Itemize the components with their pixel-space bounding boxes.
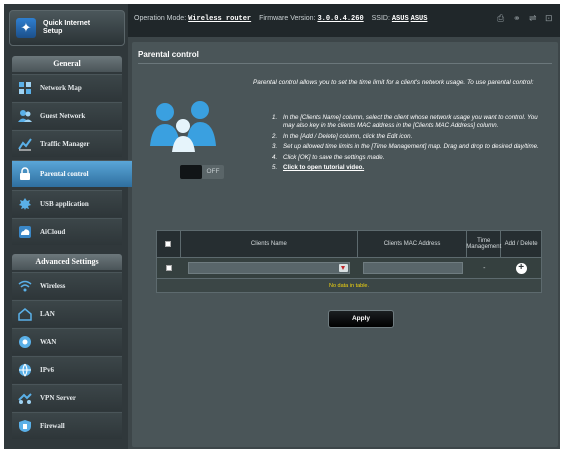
step-item: 3. Set up allowed time limits in the [Tim… [272,143,539,151]
sidebar-item-label: WAN [40,338,57,346]
sidebar-item-label: VPN Server [40,394,76,402]
sidebar-item-label: Wireless [40,282,66,290]
sidebar-item-label: Firewall [40,422,65,430]
printer-icon[interactable]: ⎙ [497,14,506,23]
empty-table-message: No data in table. [156,279,542,293]
sidebar-item-ipv6[interactable]: IPv6 [12,356,122,383]
sidebar-item-parental-control[interactable]: Parental control [12,160,140,187]
status-text: Operation Mode: Wireless router Firmware… [134,15,427,23]
sidebar-item-network-map[interactable]: Network Map [12,74,122,101]
column-header-time-management: Time Management [466,231,501,257]
toggle-knob [180,165,202,179]
title-divider [138,63,552,64]
traffic-manager-icon [18,137,32,151]
sidebar-item-label: Parental control [40,170,89,178]
sidebar-item-label: Traffic Manager [40,140,90,148]
add-icon[interactable]: + [515,262,527,274]
step-item: 2. In the [Add / Delete] column, click th… [272,132,413,140]
operation-mode-label: Operation Mode: [134,15,187,22]
quick-internet-setup-button[interactable]: ✦ Quick Internet Setup [9,10,125,46]
sidebar-item-usb-application[interactable]: USB application [12,190,122,217]
quick-setup-label: Quick Internet Setup [43,20,91,35]
sidebar-item-aicloud[interactable]: AiCloud [12,218,122,245]
select-all-checkbox[interactable] [165,241,172,247]
firewall-icon [18,419,32,433]
vpn-server-icon [18,391,32,405]
parental-control-panel: Parental control OFF Parental control al… [132,42,558,447]
general-section-header: General [12,56,122,72]
firmware-version-link[interactable]: 3.0.0.4.260 [317,15,363,23]
guest-network-icon [18,109,32,123]
sidebar-item-firewall[interactable]: Firewall [12,412,122,439]
router-admin-window: ✦ Quick Internet Setup General Network M… [4,4,560,449]
sidebar-item-label: Network Map [40,84,82,92]
advanced-settings-header: Advanced Settings [12,254,122,270]
operation-mode-link[interactable]: Wireless router [188,15,251,23]
tutorial-video-link[interactable]: Click to open tutorial video. [283,164,364,171]
network-map-icon [18,81,32,95]
time-management-value: - [483,264,486,272]
ipv6-icon [18,363,32,377]
mac-address-input[interactable] [362,262,463,274]
wireless-icon [18,279,32,293]
column-header-mac-address: Clients MAC Address [358,231,468,257]
sidebar: ✦ Quick Internet Setup General Network M… [4,4,140,449]
page-title: Parental control [138,50,199,59]
ssid-label: SSID: [371,15,390,22]
step-item: 4. Click [OK] to save the settings made. [272,153,385,161]
ssid-link-24g[interactable]: ASUS [392,15,409,23]
wan-icon [18,335,32,349]
sidebar-item-label: LAN [40,310,55,318]
firmware-label: Firmware Version: [259,15,316,22]
instruction-steps: 1. In the [Clients Name] column, select t… [272,114,547,174]
intro-text: Parental control allows you to set the t… [253,79,534,86]
status-bar: Operation Mode: Wireless router Firmware… [128,4,560,37]
network-status-icon[interactable]: ⊡ [545,14,554,23]
parental-control-toggle[interactable]: OFF [180,165,224,179]
ssid-link-5g[interactable]: ASUS [411,15,428,23]
step-item: 1. In the [Clients Name] column, select t… [272,114,538,130]
sidebar-item-lan[interactable]: LAN [12,300,122,327]
family-icon [150,101,216,152]
client-dropdown-button[interactable] [339,264,349,272]
sidebar-item-label: AiCloud [40,228,66,236]
aicloud-icon [18,225,32,239]
column-header-add-delete: Add / Delete [504,241,538,247]
row-checkbox[interactable] [165,265,172,271]
parental-control-icon [18,167,32,181]
client-table: Clients Name Clients MAC Address Time Ma… [156,230,542,293]
usb-icon[interactable]: ⇌ [529,14,538,23]
table-header: Clients Name Clients MAC Address Time Ma… [156,230,542,258]
status-icons: ⎙ ⚭ ⇌ ⊡ [497,14,554,23]
sidebar-item-traffic-manager[interactable]: Traffic Manager [12,130,122,157]
magic-wand-icon: ✦ [16,18,36,38]
step-item: 5. Click to open tutorial video. [272,164,365,172]
table-row: - + [156,258,542,279]
sidebar-item-vpn-server[interactable]: VPN Server [12,384,122,411]
sidebar-item-label: USB application [40,200,89,208]
usb-application-icon [18,197,32,211]
sidebar-item-label: Guest Network [40,112,86,120]
lan-icon [18,307,32,321]
sidebar-item-guest-network[interactable]: Guest Network [12,102,122,129]
sidebar-item-label: IPv6 [40,366,54,374]
select-all-cell [157,231,181,257]
client-name-input[interactable] [188,262,351,274]
apply-button[interactable]: Apply [328,310,394,328]
sidebar-item-wireless[interactable]: Wireless [12,272,122,299]
link-icon[interactable]: ⚭ [513,14,522,23]
toggle-state-label: OFF [202,165,224,179]
sidebar-item-wan[interactable]: WAN [12,328,122,355]
column-header-clients-name: Clients Name [181,231,358,257]
